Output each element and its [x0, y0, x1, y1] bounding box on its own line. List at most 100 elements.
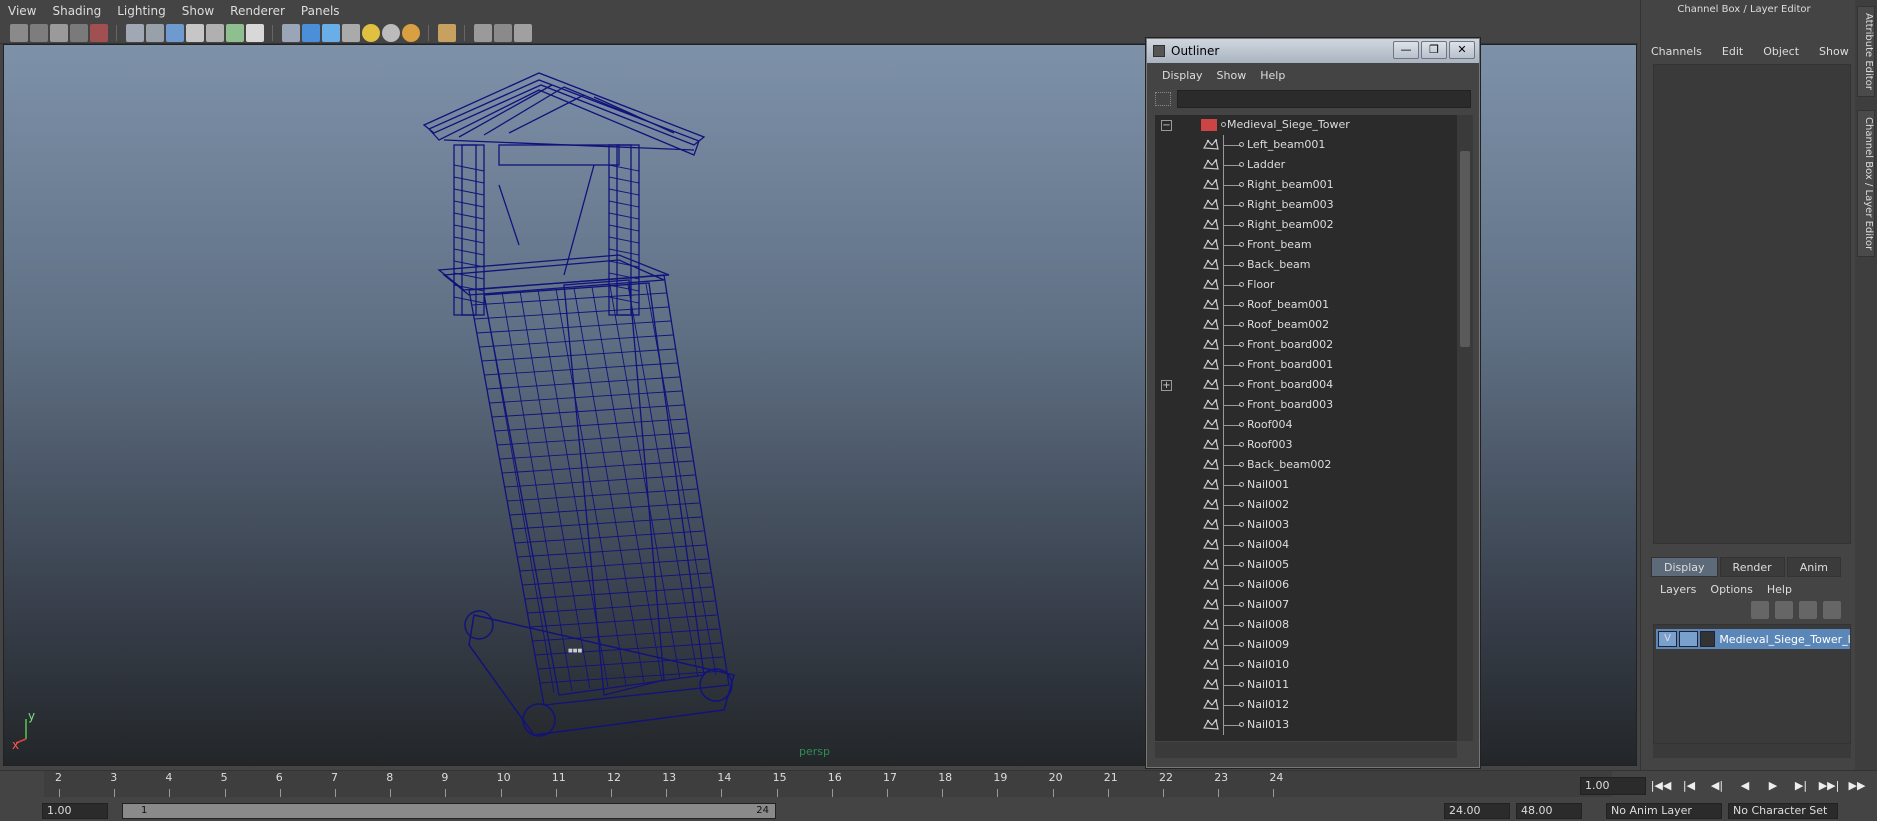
step-forward-frame-button[interactable]: ▶|: [1790, 777, 1812, 795]
outliner-root-item[interactable]: − Medieval_Siege_Tower: [1155, 115, 1457, 135]
outliner-item[interactable]: Nail002: [1155, 495, 1457, 515]
collapse-icon[interactable]: −: [1161, 120, 1172, 131]
outliner-item[interactable]: Right_beam003: [1155, 195, 1457, 215]
outliner-item[interactable]: Ladder: [1155, 155, 1457, 175]
camera-attributes-icon[interactable]: [30, 23, 48, 42]
layer-name[interactable]: Medieval_Siege_Tower_la: [1719, 633, 1850, 646]
layer-row[interactable]: V Medieval_Siege_Tower_la: [1656, 629, 1850, 649]
xray-joints-icon[interactable]: [494, 23, 512, 42]
safe-action-icon[interactable]: [226, 23, 244, 42]
outliner-item[interactable]: Right_beam001: [1155, 175, 1457, 195]
animation-end-field[interactable]: 48.00: [1516, 803, 1582, 819]
outliner-item[interactable]: Front_board003: [1155, 395, 1457, 415]
select-camera-icon[interactable]: [10, 23, 28, 42]
outliner-item[interactable]: Nail004: [1155, 535, 1457, 555]
outliner-item[interactable]: Back_beam002: [1155, 455, 1457, 475]
layer-color-swatch[interactable]: [1700, 631, 1716, 647]
xray-components-icon[interactable]: [514, 23, 532, 42]
outliner-item[interactable]: Nail011: [1155, 675, 1457, 695]
outliner-item[interactable]: Nail003: [1155, 515, 1457, 535]
expand-icon[interactable]: +: [1161, 380, 1172, 391]
outliner-item[interactable]: Right_beam002: [1155, 215, 1457, 235]
menu-help-layers[interactable]: Help: [1760, 580, 1799, 600]
outliner-search-input[interactable]: [1177, 90, 1471, 108]
wireframe-on-shaded-icon[interactable]: [322, 23, 340, 42]
outliner-item[interactable]: Front_board002: [1155, 335, 1457, 355]
outliner-horizontal-scrollbar[interactable]: [1155, 742, 1457, 758]
tab-attribute-editor[interactable]: Attribute Editor: [1857, 6, 1875, 97]
tab-channel-box-layer-editor[interactable]: Channel Box / Layer Editor: [1857, 110, 1875, 258]
anim-layer-selector[interactable]: No Anim Layer: [1606, 803, 1722, 819]
safe-title-icon[interactable]: [246, 23, 264, 42]
go-to-end-button[interactable]: ▶▶: [1846, 777, 1868, 795]
menu-lighting[interactable]: Lighting: [109, 4, 174, 18]
ambient-occlusion-icon[interactable]: [402, 23, 420, 42]
outliner-item[interactable]: Front_beam: [1155, 235, 1457, 255]
step-forward-key-button[interactable]: ▶▶|: [1818, 777, 1840, 795]
playback-end-field[interactable]: 24.00: [1444, 803, 1510, 819]
playback-range-bar[interactable]: 1 24: [122, 803, 776, 819]
menu-panels[interactable]: Panels: [293, 4, 348, 18]
minimize-button[interactable]: —: [1393, 41, 1419, 59]
close-button[interactable]: ✕: [1449, 41, 1475, 59]
menu-shading[interactable]: Shading: [44, 4, 109, 18]
move-layer-down-icon[interactable]: [1775, 601, 1793, 619]
gate-mask-icon[interactable]: [186, 23, 204, 42]
layer-visibility-toggle[interactable]: V: [1658, 631, 1678, 647]
outliner-item[interactable]: Floor: [1155, 275, 1457, 295]
layer-list-scrollbar[interactable]: [1653, 744, 1851, 758]
outliner-item[interactable]: Roof004: [1155, 415, 1457, 435]
outliner-item[interactable]: Nail012: [1155, 695, 1457, 715]
outliner-item[interactable]: Front_board001: [1155, 355, 1457, 375]
xray-icon[interactable]: [474, 23, 492, 42]
outliner-item[interactable]: Roof_beam002: [1155, 315, 1457, 335]
tab-render[interactable]: Render: [1719, 557, 1785, 577]
scroll-thumb[interactable]: [1460, 151, 1470, 347]
menu-options[interactable]: Options: [1703, 580, 1759, 600]
outliner-menu-help[interactable]: Help: [1253, 69, 1292, 82]
lights-icon[interactable]: [362, 23, 380, 42]
grid-icon[interactable]: [126, 23, 144, 42]
outliner-item[interactable]: Nail009: [1155, 635, 1457, 655]
field-chart-icon[interactable]: [206, 23, 224, 42]
menu-view[interactable]: View: [0, 4, 44, 18]
bookmark-icon[interactable]: [50, 23, 68, 42]
current-frame-field[interactable]: 1.00: [1580, 777, 1646, 795]
menu-show-channels[interactable]: Show: [1809, 42, 1859, 62]
menu-layers[interactable]: Layers: [1653, 580, 1703, 600]
textured-icon[interactable]: [342, 23, 360, 42]
outliner-item[interactable]: Roof_beam001: [1155, 295, 1457, 315]
outliner-menu-show[interactable]: Show: [1210, 69, 1254, 82]
outliner-item[interactable]: Nail006: [1155, 575, 1457, 595]
film-gate-icon[interactable]: [146, 23, 164, 42]
resolution-gate-icon[interactable]: [166, 23, 184, 42]
outliner-menu-display[interactable]: Display: [1155, 69, 1210, 82]
outliner-vertical-scrollbar[interactable]: [1457, 115, 1473, 741]
outliner-titlebar[interactable]: Outliner — ❐ ✕: [1147, 39, 1479, 63]
menu-channels[interactable]: Channels: [1641, 42, 1712, 62]
move-layer-up-icon[interactable]: [1751, 601, 1769, 619]
outliner-item[interactable]: Left_beam001: [1155, 135, 1457, 155]
new-layer-from-selected-icon[interactable]: [1823, 601, 1841, 619]
new-empty-layer-icon[interactable]: [1799, 601, 1817, 619]
image-plane-icon[interactable]: [70, 23, 88, 42]
outliner-item[interactable]: + Front_board004: [1155, 375, 1457, 395]
outliner-item[interactable]: Roof003: [1155, 435, 1457, 455]
2d-pan-zoom-icon[interactable]: [90, 23, 108, 42]
wireframe-icon[interactable]: [282, 23, 300, 42]
outliner-item[interactable]: Nail008: [1155, 615, 1457, 635]
menu-object[interactable]: Object: [1753, 42, 1809, 62]
tab-anim[interactable]: Anim: [1786, 557, 1841, 577]
menu-edit[interactable]: Edit: [1712, 42, 1753, 62]
outliner-item[interactable]: Nail001: [1155, 475, 1457, 495]
outliner-item[interactable]: Nail007: [1155, 595, 1457, 615]
outliner-item[interactable]: Nail010: [1155, 655, 1457, 675]
outliner-item[interactable]: Nail005: [1155, 555, 1457, 575]
play-forwards-button[interactable]: ▶: [1762, 777, 1784, 795]
shadows-icon[interactable]: [382, 23, 400, 42]
step-back-key-button[interactable]: |◀: [1678, 777, 1700, 795]
character-set-selector[interactable]: No Character Set: [1728, 803, 1838, 819]
smooth-shade-icon[interactable]: [302, 23, 320, 42]
animation-start-field[interactable]: 1.00: [42, 803, 108, 819]
menu-renderer[interactable]: Renderer: [222, 4, 293, 18]
